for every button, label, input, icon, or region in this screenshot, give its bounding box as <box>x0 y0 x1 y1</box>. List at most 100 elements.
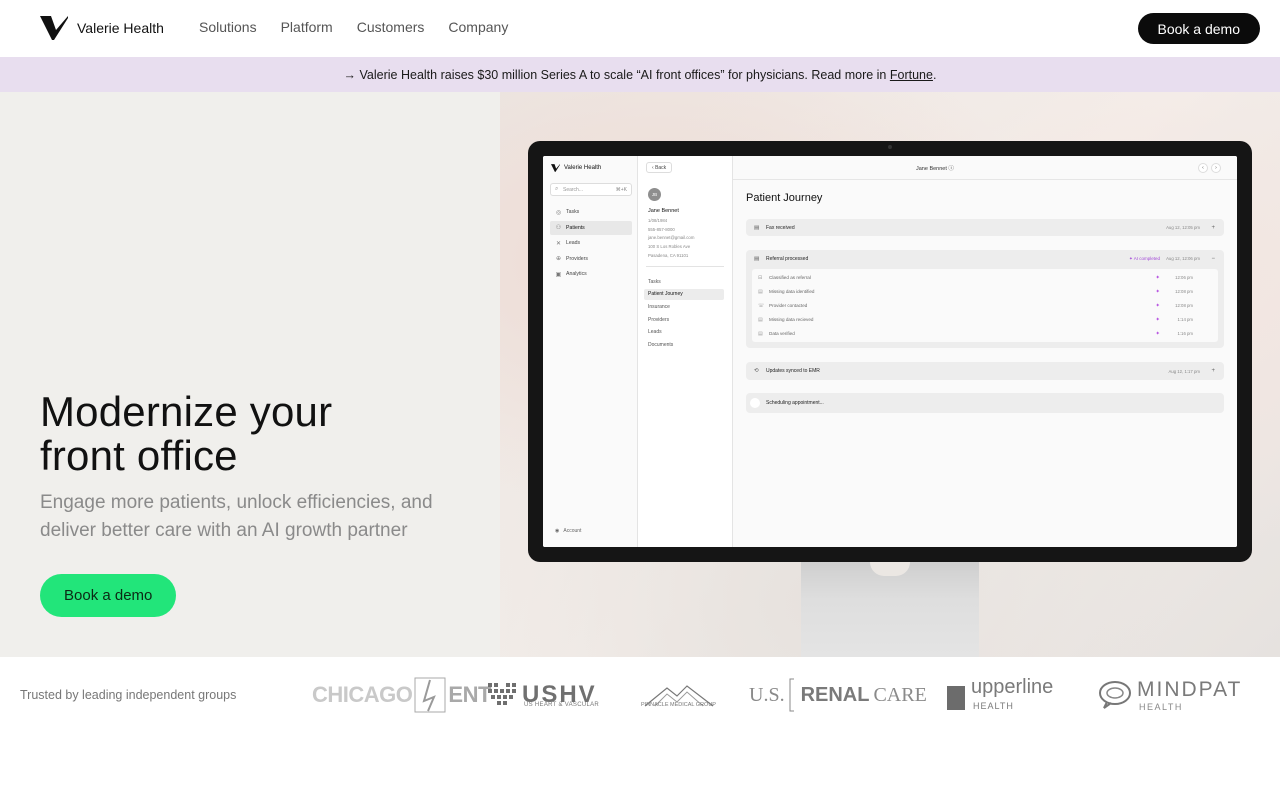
document-icon: ▤ <box>754 224 760 231</box>
divider <box>646 266 724 267</box>
sidebar-item-label: Analytics <box>566 271 587 278</box>
event-label: Scheduling appointment... <box>766 400 824 406</box>
hero-subtitle: Engage more patients, unlock efficiencie… <box>40 492 433 541</box>
providers-icon: ⊕ <box>555 256 562 263</box>
hero-title: Modernize your front office <box>40 390 332 478</box>
leads-icon: ✕ <box>555 240 562 247</box>
patient-dob: 1/08/1984 <box>648 218 668 223</box>
valerie-logo-icon <box>551 164 560 172</box>
patient-tab-providers[interactable]: Providers <box>644 314 724 325</box>
sidebar-item-label: Patients <box>566 224 585 231</box>
menu-item-solutions[interactable]: Solutions <box>199 19 257 35</box>
us-renal-care-logo: U.S. RENAL CARE <box>749 672 927 718</box>
app-sidebar: Valerie Health ⌕ Search... ⌘+K ◎ Tasks ⚇ P… <box>543 156 638 547</box>
menu-item-platform[interactable]: Platform <box>281 19 333 35</box>
ai-completed-badge: ✦ AI completed <box>1128 255 1160 261</box>
next-arrow-icon[interactable]: › <box>1211 163 1221 173</box>
sidebar-account[interactable]: ◉ Account <box>555 528 581 534</box>
main-menu: Solutions Platform Customers Company <box>199 19 508 35</box>
prev-arrow-icon[interactable]: ‹ <box>1198 163 1208 173</box>
patient-tab-documents[interactable]: Documents <box>644 339 724 350</box>
stand-cutout <box>870 562 910 576</box>
banner-fortune-link[interactable]: Fortune <box>890 68 933 82</box>
event-fax[interactable]: ▤ Fax received Aug 12, 12:05 pm + <box>746 219 1224 236</box>
minus-icon: − <box>1211 255 1215 262</box>
speech-bubble-icon <box>1099 681 1131 709</box>
brand-logo[interactable]: Valerie Health <box>40 16 164 40</box>
document-icon: ▤ <box>758 288 763 295</box>
sidebar-item-leads[interactable]: ✕ Leads <box>550 236 632 250</box>
hero-product-image: Valerie Health ⌕ Search... ⌘+K ◎ Tasks ⚇ P… <box>500 92 1280 657</box>
event-scheduling[interactable]: Scheduling appointment... <box>746 393 1224 413</box>
menu-item-customers[interactable]: Customers <box>357 19 425 35</box>
event-time: Aug 12, 12:05 pm <box>1166 225 1200 230</box>
upperline-mark-icon <box>947 686 965 710</box>
patient-nav: Tasks Patient Journey Insurance Provider… <box>644 276 724 352</box>
hero-title-line-1: Modernize your <box>40 388 333 435</box>
step-row: ▤ Missing data identified ✦ 12:08 pm <box>758 288 1193 295</box>
back-label: Back <box>655 164 667 171</box>
phone-icon: ☏ <box>758 302 765 309</box>
patient-address-2: Pasadena, CA 91101 <box>648 252 689 258</box>
app-brand: Valerie Health <box>551 164 601 172</box>
banner-text: → Valerie Health raises $30 million Seri… <box>343 67 890 82</box>
patient-tab-journey[interactable]: Patient Journey <box>644 288 724 300</box>
journey-title: Patient Journey <box>746 192 823 204</box>
menu-item-company[interactable]: Company <box>448 19 508 35</box>
step-row: ▤ Data verified ✦ 1:16 pm <box>758 330 1193 337</box>
app-search-input[interactable]: ⌕ Search... ⌘+K <box>550 183 632 196</box>
patient-tab-insurance[interactable]: Insurance <box>644 301 724 312</box>
upperline-health-logo: upperline HEALTH <box>947 672 1053 718</box>
top-navigation: Valerie Health Solutions Platform Custom… <box>0 0 1280 57</box>
hero-title-line-2: front office <box>40 432 238 479</box>
sidebar-item-analytics[interactable]: ▣ Analytics <box>550 267 632 281</box>
back-button[interactable]: ‹ Back <box>646 162 673 173</box>
nav-book-demo-button[interactable]: Book a demo <box>1137 13 1260 44</box>
pinnacle-logo: PINNACLE MEDICAL GROUP <box>641 672 717 718</box>
brand-name: Valerie Health <box>77 20 164 36</box>
sparkle-icon: ✦ <box>1155 288 1160 295</box>
monitor: Valerie Health ⌕ Search... ⌘+K ◎ Tasks ⚇ P… <box>528 141 1252 562</box>
patient-tab-tasks[interactable]: Tasks <box>644 276 724 287</box>
event-time: Aug 12, 12:06 pm <box>1166 256 1200 261</box>
sparkle-icon: ✦ <box>1155 274 1160 281</box>
chicago-ent-mark-icon <box>414 677 446 713</box>
sidebar-item-label: Tasks <box>566 209 580 215</box>
hero-book-demo-button[interactable]: Book a demo <box>40 574 177 617</box>
sidebar-item-providers[interactable]: ⊕ Providers <box>550 252 632 266</box>
plus-icon: + <box>1211 368 1215 374</box>
monitor-stand <box>801 562 979 657</box>
chart-icon: ▣ <box>555 271 562 278</box>
patient-email: jane.bennet@gmail.com <box>648 235 695 241</box>
loading-spinner-icon <box>750 398 760 408</box>
event-time: Aug 12, 1:17 pm <box>1168 368 1200 374</box>
patient-tab-leads[interactable]: Leads <box>644 327 724 338</box>
search-shortcut: ⌘+K <box>615 187 627 193</box>
sidebar-item-tasks[interactable]: ◎ Tasks <box>550 205 632 219</box>
chicago-ent-logo: CHICAGO ENT <box>312 672 491 718</box>
hero-left-panel <box>0 92 500 657</box>
patient-info: 1/08/1984 555-857-8000 jane.bennet@gmail… <box>648 217 694 261</box>
document-icon: ▤ <box>758 330 763 337</box>
event-emr-sync[interactable]: ⟲ Updates synced to EMR Aug 12, 1:17 pm … <box>746 362 1224 380</box>
event-label: Referral processed <box>766 255 809 262</box>
users-icon: ⚇ <box>555 225 562 232</box>
avatar: JB <box>648 188 661 201</box>
sidebar-item-patients[interactable]: ⚇ Patients <box>550 220 632 235</box>
app-screen: Valerie Health ⌕ Search... ⌘+K ◎ Tasks ⚇ P… <box>543 156 1237 547</box>
pager: ‹ › <box>1198 163 1221 173</box>
sparkle-icon: ✦ <box>1155 302 1160 309</box>
ushv-logo: USHV US HEART & VASCULAR <box>486 672 599 718</box>
step-row: ▤ Missing data recieved ✦ 1:14 pm <box>758 316 1193 323</box>
plus-icon: + <box>1211 224 1215 231</box>
patient-address-1: 100 S Los Robles Ave <box>648 244 691 250</box>
app-search-placeholder: Search... <box>563 187 584 193</box>
step-row: ⊟ Classified as referral ✦ 12:06 pm <box>758 274 1193 281</box>
account-label: Account <box>563 528 582 534</box>
banner-suffix: . <box>932 67 937 82</box>
announcement-banner: → Valerie Health raises $30 million Seri… <box>0 57 1280 92</box>
customer-logos: CHICAGO ENT USHV US HEART & VASCULAR PIN… <box>312 672 1242 718</box>
classify-icon: ⊟ <box>758 274 763 281</box>
monitor-camera <box>888 145 892 149</box>
event-referral[interactable]: ▤ Referral processed ✦ AI completed Aug … <box>746 250 1224 349</box>
